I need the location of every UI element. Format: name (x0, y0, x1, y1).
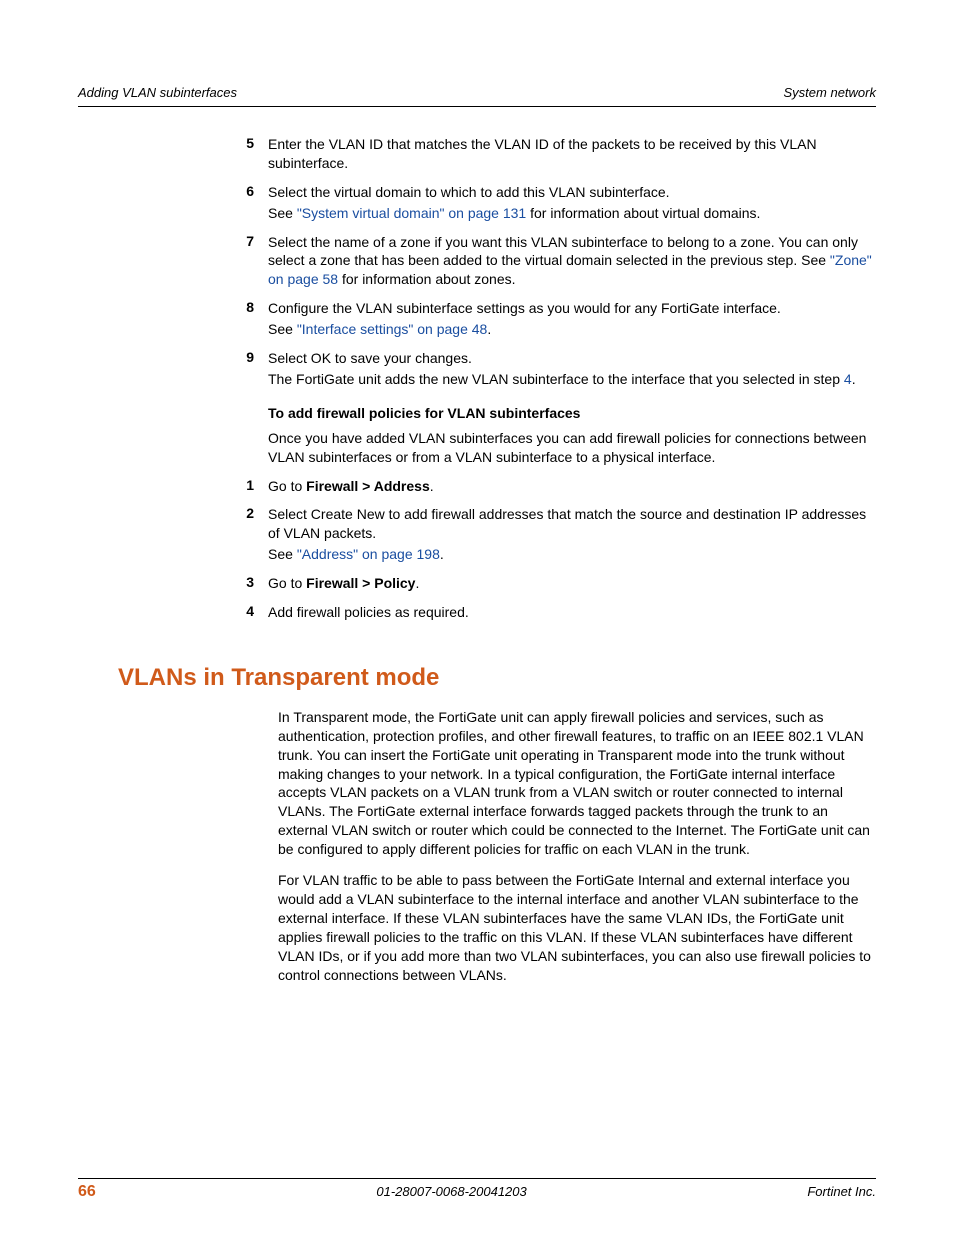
subsection: To add firewall policies for VLAN subint… (238, 405, 876, 467)
body-paragraph: For VLAN traffic to be able to pass betw… (278, 871, 876, 984)
footer: 66 01-28007-0068-20041203 Fortinet Inc. (78, 1183, 876, 1201)
page: Adding VLAN subinterfaces System network… (0, 0, 954, 1235)
step-body: Select OK to save your changes. The Forti… (268, 349, 876, 391)
step-body: Enter the VLAN ID that matches the VLAN … (268, 135, 876, 175)
cross-reference-link[interactable]: "System virtual domain" on page 131 (297, 205, 526, 221)
step-line: Select the name of a zone if you want th… (268, 233, 876, 290)
running-header: Adding VLAN subinterfaces System network (78, 85, 876, 100)
intro-paragraph: Once you have added VLAN subinterfaces y… (268, 429, 876, 467)
footer-rule (78, 1178, 876, 1179)
cross-reference-link[interactable]: 4 (844, 371, 852, 387)
document-id: 01-28007-0068-20041203 (376, 1184, 526, 1199)
step-line: Select the virtual domain to which to ad… (268, 183, 876, 202)
text-run: Go to (268, 478, 306, 494)
text-run: for information about zones. (338, 271, 515, 287)
step-line: The FortiGate unit adds the new VLAN sub… (268, 370, 876, 389)
text-run: Select the virtual domain to which to ad… (268, 184, 670, 200)
step-body: Configure the VLAN subinterface settings… (268, 299, 876, 341)
text-run: Enter the VLAN ID that matches the VLAN … (268, 136, 817, 171)
step-number: 6 (238, 183, 268, 225)
ui-path: Firewall > Address (306, 478, 430, 494)
step-row: 5Enter the VLAN ID that matches the VLAN… (238, 135, 876, 175)
sub-heading: To add firewall policies for VLAN subint… (268, 405, 876, 421)
step-row: 1Go to Firewall > Address. (238, 477, 876, 498)
numbered-steps-1: 5Enter the VLAN ID that matches the VLAN… (238, 135, 876, 391)
text-run: Select the name of a zone if you want th… (268, 234, 858, 269)
text-run: Go to (268, 575, 306, 591)
body-paragraph: In Transparent mode, the FortiGate unit … (278, 708, 876, 859)
step-body: Select the virtual domain to which to ad… (268, 183, 876, 225)
step-line: See "Address" on page 198. (268, 545, 876, 564)
text-run: for information about virtual domains. (526, 205, 760, 221)
page-number: 66 (78, 1183, 96, 1201)
company-name: Fortinet Inc. (807, 1184, 876, 1199)
step-row: 9Select OK to save your changes. The Fort… (238, 349, 876, 391)
step-body: Select the name of a zone if you want th… (268, 233, 876, 292)
step-line: Enter the VLAN ID that matches the VLAN … (268, 135, 876, 173)
step-number: 3 (238, 574, 268, 595)
numbered-steps-2: 1Go to Firewall > Address.2Select Create… (238, 477, 876, 624)
step-line: See "System virtual domain" on page 131 … (268, 204, 876, 223)
text-run: . (430, 478, 434, 494)
header-rule (78, 106, 876, 107)
cross-reference-link[interactable]: "Address" on page 198 (297, 546, 440, 562)
text-run: . (440, 546, 444, 562)
text-run: Add firewall policies as required. (268, 604, 469, 620)
step-number: 4 (238, 603, 268, 624)
step-row: 3Go to Firewall > Policy. (238, 574, 876, 595)
step-number: 8 (238, 299, 268, 341)
text-run: The FortiGate unit adds the new VLAN sub… (268, 371, 844, 387)
step-number: 9 (238, 349, 268, 391)
step-line: Select Create New to add firewall addres… (268, 505, 876, 543)
step-row: 2Select Create New to add firewall addre… (238, 505, 876, 566)
step-number: 7 (238, 233, 268, 292)
text-run: See (268, 205, 297, 221)
step-body: Select Create New to add firewall addres… (268, 505, 876, 566)
step-line: Select OK to save your changes. (268, 349, 876, 368)
text-run: Select Create New to add firewall addres… (268, 506, 866, 541)
text-run: See (268, 546, 297, 562)
step-number: 1 (238, 477, 268, 498)
step-line: Configure the VLAN subinterface settings… (268, 299, 876, 318)
text-run: Select OK to save your changes. (268, 350, 472, 366)
step-row: 6Select the virtual domain to which to a… (238, 183, 876, 225)
header-right: System network (784, 85, 876, 100)
section-body: In Transparent mode, the FortiGate unit … (278, 708, 876, 984)
ui-path: Firewall > Policy (306, 575, 415, 591)
step-body: Go to Firewall > Address. (268, 477, 876, 498)
step-row: 8Configure the VLAN subinterface setting… (238, 299, 876, 341)
text-run: . (487, 321, 491, 337)
text-run: Configure the VLAN subinterface settings… (268, 300, 781, 316)
text-run: . (852, 371, 856, 387)
step-number: 2 (238, 505, 268, 566)
step-line: See "Interface settings" on page 48. (268, 320, 876, 339)
step-line: Go to Firewall > Policy. (268, 574, 876, 593)
section-title: VLANs in Transparent mode (118, 664, 876, 692)
text-run: . (415, 575, 419, 591)
text-run: See (268, 321, 297, 337)
step-row: 7Select the name of a zone if you want t… (238, 233, 876, 292)
step-body: Go to Firewall > Policy. (268, 574, 876, 595)
header-left: Adding VLAN subinterfaces (78, 85, 237, 100)
step-body: Add firewall policies as required. (268, 603, 876, 624)
step-number: 5 (238, 135, 268, 175)
step-row: 4Add firewall policies as required. (238, 603, 876, 624)
cross-reference-link[interactable]: "Interface settings" on page 48 (297, 321, 488, 337)
step-line: Go to Firewall > Address. (268, 477, 876, 496)
step-line: Add firewall policies as required. (268, 603, 876, 622)
